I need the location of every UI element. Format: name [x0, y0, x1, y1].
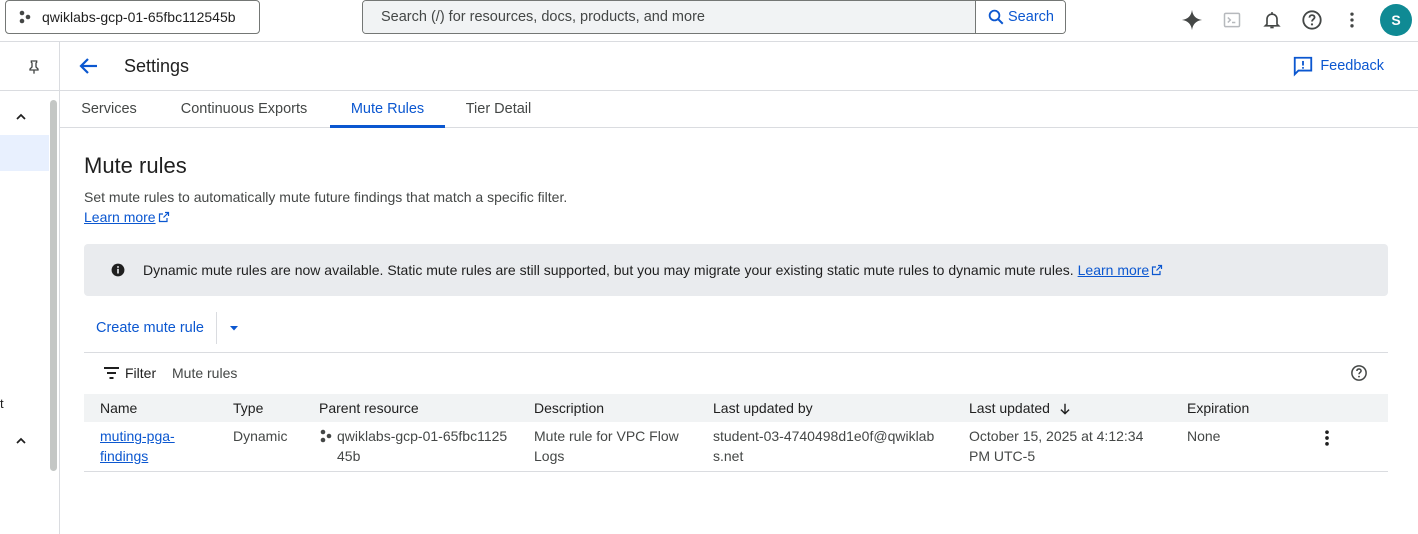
more-options-button[interactable] [1332, 7, 1372, 33]
cell-parent-resource: qwiklabs-gcp-01-65fbc112545b [303, 422, 518, 472]
column-header-actions [1301, 394, 1388, 422]
help-circle-icon [1302, 10, 1322, 30]
search-button[interactable]: Search [975, 1, 1065, 33]
rail-truncated-label: t [0, 396, 4, 411]
column-header-type[interactable]: Type [217, 394, 303, 422]
banner-learn-more-label: Learn more [1077, 262, 1150, 278]
column-header-parent-resource[interactable]: Parent resource [303, 394, 518, 422]
mute-rules-table: Name Type Parent resource Description La… [84, 394, 1388, 472]
gemini-button[interactable] [1172, 7, 1212, 33]
column-header-expiration[interactable]: Expiration [1171, 394, 1301, 422]
cell-name: muting-pga-findings [84, 422, 217, 472]
project-hierarchy-icon [19, 10, 31, 24]
terminal-icon [1223, 12, 1241, 28]
tab-continuous-exports[interactable]: Continuous Exports [158, 91, 330, 127]
column-header-description[interactable]: Description [518, 394, 697, 422]
cell-description: Mute rule for VPC Flow Logs [518, 422, 697, 472]
parent-resource-name: qwiklabs-gcp-01-65fbc112545b [337, 428, 508, 464]
tab-tier-detail[interactable]: Tier Detail [445, 91, 552, 127]
gemini-sparkle-icon [1181, 9, 1203, 31]
tab-mute-rules[interactable]: Mute Rules [330, 91, 445, 128]
learn-more-label: Learn more [84, 209, 156, 225]
filter-label: Filter [125, 365, 157, 381]
cell-type: Dynamic [217, 422, 303, 472]
rail-selected-item[interactable] [0, 135, 49, 171]
cell-last-updated-by: student-03-4740498d1e0f@qwiklabs.net [697, 422, 953, 472]
search-button-label: Search [1008, 9, 1054, 25]
rule-name-link[interactable]: muting-pga-findings [100, 428, 175, 464]
notifications-button[interactable] [1252, 7, 1292, 33]
chevron-up-icon[interactable] [13, 433, 29, 449]
chevron-up-icon[interactable] [13, 109, 29, 125]
create-dropdown-button[interactable] [217, 312, 251, 344]
account-avatar[interactable]: S [1380, 4, 1412, 36]
page-title: Settings [124, 56, 190, 76]
info-icon [111, 263, 125, 277]
filter-icon [104, 367, 119, 379]
filter-button[interactable]: Filter [104, 365, 156, 381]
rail-scrollbar[interactable] [50, 100, 57, 471]
help-circle-icon[interactable] [1350, 364, 1368, 382]
project-picker[interactable]: qwiklabs-gcp-01-65fbc112545b [5, 0, 260, 34]
project-hierarchy-icon [320, 429, 332, 443]
row-actions-button[interactable] [1317, 428, 1337, 448]
more-vert-icon [1350, 12, 1354, 28]
column-header-last-updated-label: Last updated [969, 399, 1050, 416]
left-rail: t [0, 42, 60, 534]
pin-icon[interactable] [26, 59, 42, 75]
search-icon [988, 9, 1004, 25]
project-name: qwiklabs-gcp-01-65fbc112545b [42, 9, 236, 25]
table-row: muting-pga-findings Dynamic qwiklabs-gcp… [84, 422, 1388, 472]
filter-bar: Filter [84, 352, 1388, 394]
column-header-name[interactable]: Name [84, 394, 217, 422]
info-banner: Dynamic mute rules are now available. St… [84, 244, 1388, 296]
section-description: Set mute rules to automatically mute fut… [84, 189, 568, 205]
banner-learn-more-link[interactable]: Learn more [1078, 262, 1164, 278]
banner-text: Dynamic mute rules are now available. St… [143, 262, 1074, 278]
top-bar: qwiklabs-gcp-01-65fbc112545b Search S [0, 0, 1418, 42]
dropdown-arrow-icon [230, 326, 238, 331]
tab-services[interactable]: Services [60, 91, 158, 127]
page-header: Settings Feedback [60, 42, 1418, 91]
cell-expiration: None [1171, 422, 1301, 472]
sort-descending-icon[interactable] [1058, 402, 1072, 416]
more-vert-icon [1325, 430, 1329, 446]
section-title: Mute rules [84, 153, 187, 178]
bell-icon [1263, 12, 1281, 29]
rail-divider [0, 90, 59, 91]
table-header-row: Name Type Parent resource Description La… [84, 394, 1388, 422]
learn-more-link[interactable]: Learn more [84, 209, 170, 225]
top-icon-group: S [1172, 4, 1412, 36]
filter-input[interactable] [172, 362, 1322, 384]
search-input[interactable] [363, 1, 975, 33]
settings-tabs: Services Continuous Exports Mute Rules T… [60, 91, 1418, 128]
create-action-group: Create mute rule [84, 312, 251, 344]
create-mute-rule-button[interactable]: Create mute rule [84, 312, 216, 344]
feedback-button[interactable]: Feedback [1292, 55, 1384, 77]
back-arrow-icon[interactable] [77, 54, 101, 78]
help-button[interactable] [1292, 7, 1332, 33]
column-header-last-updated[interactable]: Last updated [953, 394, 1171, 422]
cloud-shell-button[interactable] [1212, 7, 1252, 33]
column-header-last-updated-by[interactable]: Last updated by [697, 394, 953, 422]
cell-last-updated: October 15, 2025 at 4:12:34 PM UTC-5 [953, 422, 1171, 472]
feedback-icon [1294, 56, 1313, 77]
external-link-icon [1152, 264, 1163, 276]
cell-actions [1301, 422, 1388, 472]
feedback-label: Feedback [1320, 58, 1384, 74]
search-box: Search [362, 0, 1066, 34]
external-link-icon [158, 211, 169, 223]
